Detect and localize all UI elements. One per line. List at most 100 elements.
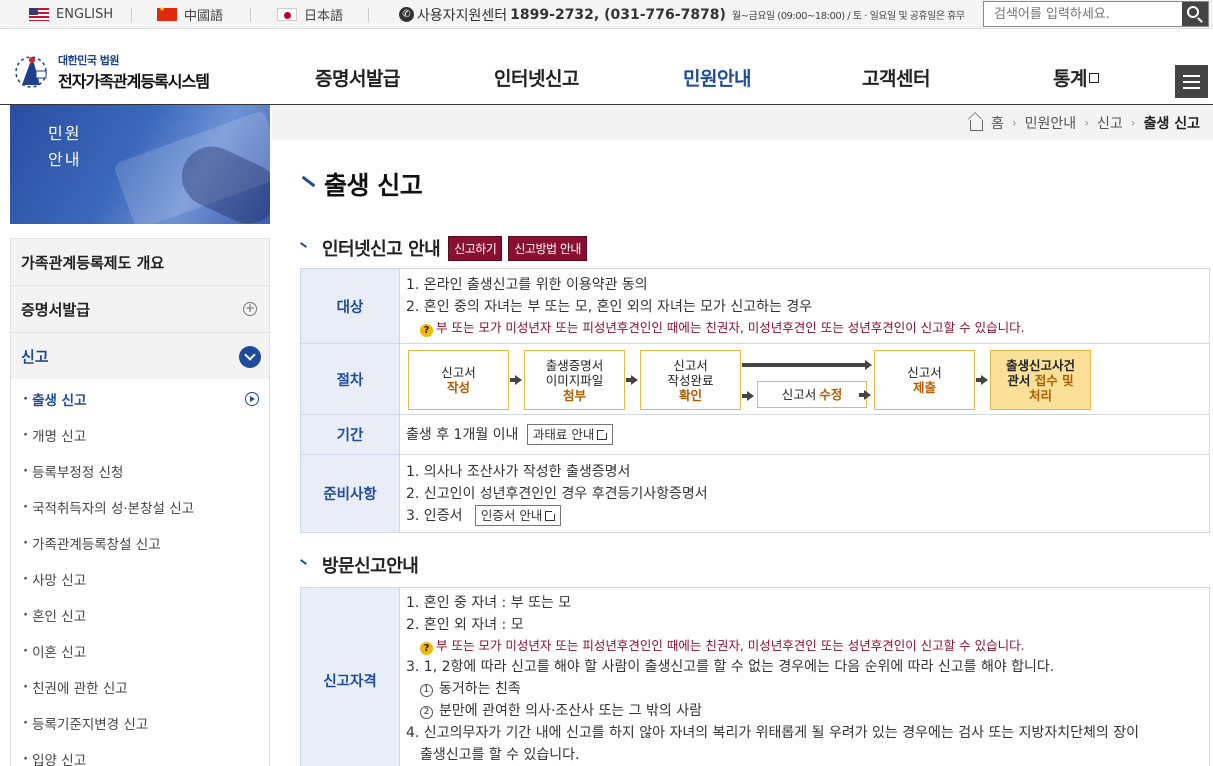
language-label: 日本語 — [304, 9, 344, 24]
prep-line-1: 1. 의사나 조산사가 작성한 출생증명서 — [406, 463, 631, 480]
search-box — [983, 1, 1209, 27]
support-numbers: 1899-2732, (031-776-7878) — [510, 6, 726, 23]
language-english-link[interactable]: ENGLISH — [29, 0, 113, 29]
breadcrumb-current: 출생 신고 — [1143, 116, 1200, 132]
report-now-button[interactable]: 신고하기 — [448, 235, 503, 261]
china-flag-icon — [157, 5, 177, 21]
section-banner: 민원 안내 — [10, 105, 270, 224]
search-button[interactable] — [1182, 2, 1208, 26]
arrow-right-icon — [859, 390, 871, 400]
menu-icon — [1183, 74, 1200, 77]
arrow-right-icon — [510, 375, 522, 385]
search-input[interactable] — [984, 2, 1182, 26]
procedure-flow: 신고서작성 출생증명서이미지파일첨부 신고서작성완료확인 신고서수정 — [406, 346, 1203, 412]
title-marker-icon — [300, 177, 314, 191]
site-logo[interactable]: 대한민국 법원 전자가족관계등록시스템 — [10, 51, 210, 93]
hamburger-menu-button[interactable] — [1175, 65, 1208, 98]
court-emblem-icon — [10, 51, 52, 93]
visit-report-table: 신고자격 1. 혼인 중 자녀 : 부 또는 모 2. 혼인 외 자녀 : 모 … — [300, 587, 1210, 766]
chevron-right-icon: › — [1084, 116, 1090, 130]
language-japanese-link[interactable]: 日本語 — [277, 0, 343, 29]
chevron-right-icon: › — [1130, 116, 1136, 130]
lnb-sub-adoption[interactable]: 입양 신고 — [11, 741, 269, 766]
table-row: 대상 1. 온라인 출생신고를 위한 이용약관 동의 2. 혼인 중의 자녀는 … — [300, 268, 1210, 344]
nav-certificate[interactable]: 증명서발급 — [315, 64, 400, 91]
breadcrumb-home[interactable]: 홈 — [991, 113, 1004, 133]
row-header-prep: 준비사항 — [300, 454, 400, 533]
arrow-right-icon — [860, 360, 872, 370]
home-icon — [969, 119, 983, 131]
qual-line-1: 1. 혼인 중 자녀 : 부 또는 모 — [406, 595, 572, 611]
language-label: ENGLISH — [56, 7, 114, 22]
row-header-target: 대상 — [300, 268, 400, 344]
flow-step-modify: 신고서 수정 — [757, 381, 867, 408]
japan-flag-icon — [277, 8, 297, 21]
qual-line-4: 4. 신고의무자가 기간 내에 신고를 하지 않아 자녀의 복리가 위태롭게 될… — [406, 725, 1140, 741]
site-header: 대한민국 법원 전자가족관계등록시스템 증명서발급 인터넷신고 민원안내 고객센… — [0, 29, 1213, 105]
flow-step-attach: 출생증명서 이미지파일 첨부 — [524, 350, 625, 410]
flow-line — [742, 363, 862, 367]
arrow-right-icon — [976, 375, 988, 385]
chevron-down-icon — [239, 346, 261, 368]
lnb-sub-correction[interactable]: 등록부정정 신청 — [11, 453, 269, 489]
support-center-info: ✆ 사용자지원센터 1899-2732, (031-776-7878) 월~금요… — [399, 0, 965, 29]
lnb-sub-registration-creation[interactable]: 가족관계등록창설 신고 — [11, 525, 269, 561]
report-method-button[interactable]: 신고방법 안내 — [508, 235, 587, 261]
chevron-right-icon: › — [1011, 116, 1017, 130]
nav-statistics[interactable]: 통계 — [1053, 64, 1099, 91]
phone-icon: ✆ — [399, 7, 414, 22]
section-title-internet: 인터넷신고 안내 신고하기 신고방법 안내 — [300, 235, 587, 261]
page-title: 출생 신고 — [300, 166, 423, 202]
table-row: 기간 출생 후 1개월 이내 과태료 안내 — [300, 414, 1210, 455]
lnb-sub-name-change[interactable]: 개명 신고 — [11, 417, 269, 453]
support-hours: 월~금요일 (09:00~18:00) / 토 · 일요일 및 공휴일은 휴무 — [731, 11, 965, 22]
lnb-sub-naturalized[interactable]: 국적취득자의 성·본창설 신고 — [11, 489, 269, 525]
support-label: 사용자지원센터 — [417, 7, 508, 24]
internet-report-table: 대상 1. 온라인 출생신고를 위한 이용약관 동의 2. 혼인 중의 자녀는 … — [300, 268, 1210, 533]
penalty-guide-button[interactable]: 과태료 안내 — [526, 424, 614, 445]
arrow-right-icon — [742, 391, 754, 401]
target-line-1: 1. 온라인 출생신고를 위한 이용약관 동의 — [406, 277, 648, 293]
row-header-period: 기간 — [300, 414, 400, 455]
qual-line-3: 3. 1, 2항에 따라 신고를 해야 할 사람이 출생신고를 할 수 없는 경… — [406, 659, 1055, 675]
language-chinese-link[interactable]: 中國語 — [157, 0, 223, 29]
qual-sub-2: 2 분만에 관여한 의사·조산사 또는 그 밖의 사람 — [406, 700, 1203, 722]
nav-customer-center[interactable]: 고객센터 — [862, 64, 930, 91]
certificate-guide-button[interactable]: 인증서 안내 — [474, 504, 562, 526]
question-icon: ? — [420, 642, 433, 655]
breadcrumb-report[interactable]: 신고 — [1097, 113, 1123, 133]
language-label: 中國語 — [184, 9, 224, 24]
arrow-right-icon — [626, 375, 638, 385]
arrow-right-icon — [245, 392, 259, 406]
target-note: ? 부 또는 모가 미성년자 또는 피성년후견인인 때에는 친권자, 미성년후견인… — [406, 318, 1203, 338]
section-marker-icon — [300, 560, 310, 570]
lnb-sub-birth[interactable]: 출생 신고 — [11, 381, 269, 417]
lnb-sub-death[interactable]: 사망 신고 — [11, 561, 269, 597]
flow-step-write: 신고서 작성 — [408, 350, 509, 410]
flow-step-confirm: 신고서 작성완료 확인 — [640, 350, 741, 410]
lnb-item-label: 가족관계등록제도 개요 — [21, 253, 165, 272]
circled-one-icon: 1 — [420, 684, 433, 697]
logo-subtitle: 대한민국 법원 — [58, 54, 120, 67]
period-text: 출생 후 1개월 이내 — [406, 427, 519, 443]
lnb-sub-marriage[interactable]: 혼인 신고 — [11, 597, 269, 633]
lnb-item-report[interactable]: 신고 — [10, 332, 270, 379]
lnb-item-label: 신고 — [21, 347, 49, 366]
lnb-sub-parental-authority[interactable]: 친권에 관한 신고 — [11, 669, 269, 705]
breadcrumb-bar: 홈 › 민원안내 › 신고 › 출생 신고 — [272, 105, 1213, 140]
table-row: 준비사항 1. 의사나 조산사가 작성한 출생증명서 2. 신고인이 성년후견인… — [300, 454, 1210, 533]
flow-step-process: 출생신고사건 관서 접수 및 처리 — [990, 350, 1091, 410]
lnb-sub-divorce[interactable]: 이혼 신고 — [11, 633, 269, 669]
external-link-icon — [597, 429, 609, 440]
prep-line-2: 2. 신고인이 성년후견인인 경우 후견등기사항증명서 — [406, 485, 708, 502]
table-row: 절차 신고서 작성 출생증명서 이미지파일 첨부 신고서 작성완료 확인 신고서 수정 — [300, 343, 1210, 415]
breadcrumb-civil-guide[interactable]: 민원안내 — [1025, 113, 1077, 133]
nav-civil-guide[interactable]: 민원안내 — [683, 64, 751, 91]
side-navigation: 가족관계등록제도 개요 증명서발급 + 신고 출생 신고 개명 신고 등록부정정… — [10, 238, 270, 766]
nav-statistics-label: 통계 — [1053, 68, 1087, 90]
lnb-sub-base-change[interactable]: 등록기준지변경 신고 — [11, 705, 269, 741]
nav-internet-report[interactable]: 인터넷신고 — [494, 64, 579, 91]
lnb-item-certificate[interactable]: 증명서발급 + — [10, 285, 270, 332]
flow-step-submit: 신고서 제출 — [874, 350, 975, 410]
lnb-item-overview[interactable]: 가족관계등록제도 개요 — [10, 238, 270, 285]
